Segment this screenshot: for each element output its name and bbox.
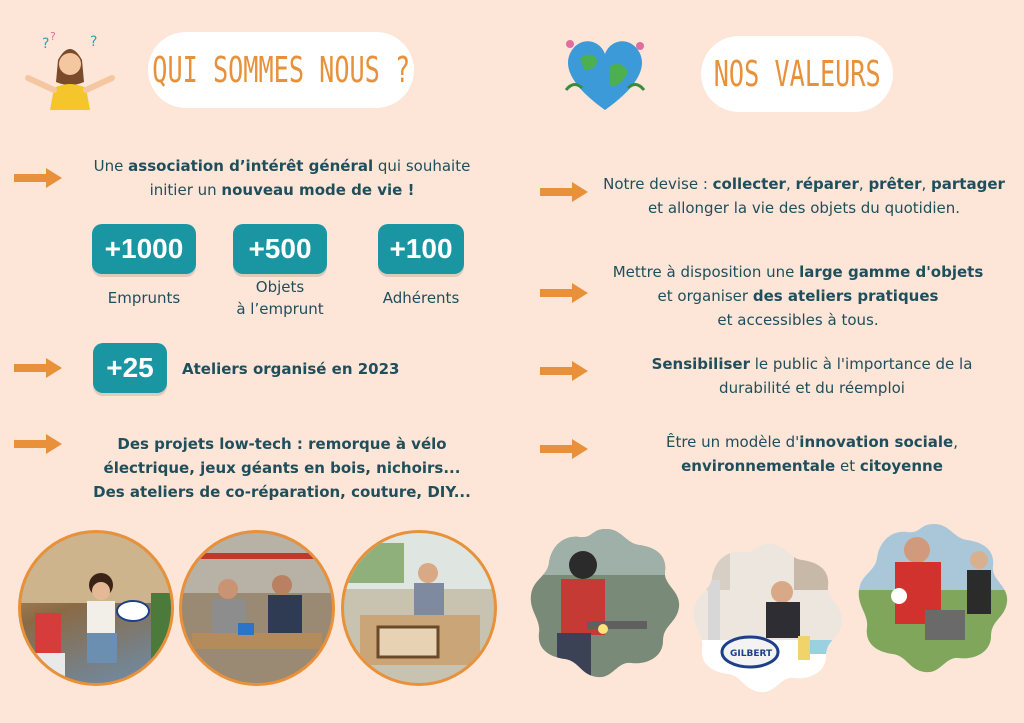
stat-objects-label: Objets à l’emprunt (236, 278, 324, 318)
stat-workshops-badge: +25 (93, 343, 167, 393)
projects-text: Des projets low-tech : remorque à vélo é… (93, 435, 471, 501)
stat-loans-label: Emprunts (107, 289, 181, 307)
stat-loans-badge: +1000 (92, 224, 196, 274)
photo-woman-with-ball (18, 530, 174, 686)
photo-workshop-men (179, 530, 335, 686)
value-motto: Notre devise : collecter, réparer, prête… (603, 175, 1005, 217)
confused-woman-icon: ? ? ? (25, 30, 115, 110)
arrow-icon (14, 434, 62, 454)
arrow-icon (540, 283, 588, 303)
svg-text:?: ? (50, 30, 56, 43)
intro-text: Une association d’intérêt général qui so… (93, 157, 471, 199)
left-title: QUI SOMMES NOUS ? (152, 49, 410, 91)
photo-welding (530, 529, 680, 678)
left-title-pill: QUI SOMMES NOUS ? (148, 32, 414, 108)
stat-objects-badge: +500 (233, 224, 327, 274)
svg-text:?: ? (42, 36, 49, 52)
value-awareness: Sensibiliser le public à l'importance de… (651, 355, 973, 397)
right-title-pill: NOS VALEURS (701, 36, 893, 112)
photo-woman-table: GILBERT (693, 544, 843, 693)
value-model: Être un modèle d'innovation sociale, env… (665, 433, 959, 475)
right-title: NOS VALEURS (713, 53, 881, 95)
arrow-icon (540, 439, 588, 459)
arrow-icon (14, 168, 62, 188)
photo-men-outdoor (858, 524, 1008, 673)
stat-members-badge: +100 (378, 224, 464, 274)
stat-members-label: Adhérents (382, 289, 460, 307)
arrow-icon (14, 358, 62, 378)
value-objects: Mettre à disposition une large gamme d'o… (612, 263, 984, 329)
arrow-icon (540, 361, 588, 381)
svg-text:?: ? (90, 34, 97, 50)
arrow-icon (540, 182, 588, 202)
ball-brand-text: GILBERT (730, 649, 773, 659)
photo-woodworking (341, 530, 497, 686)
earth-heart-icon (564, 40, 646, 110)
workshops-label: Ateliers organisé en 2023 (182, 360, 400, 378)
